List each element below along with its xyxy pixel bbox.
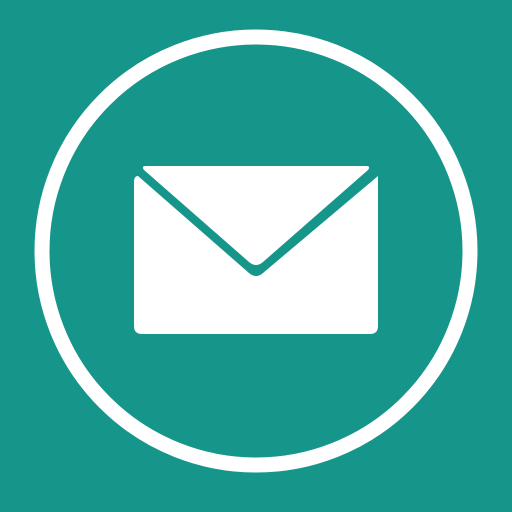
mail-icon [0,0,512,512]
mail-app-icon[interactable] [0,0,512,512]
